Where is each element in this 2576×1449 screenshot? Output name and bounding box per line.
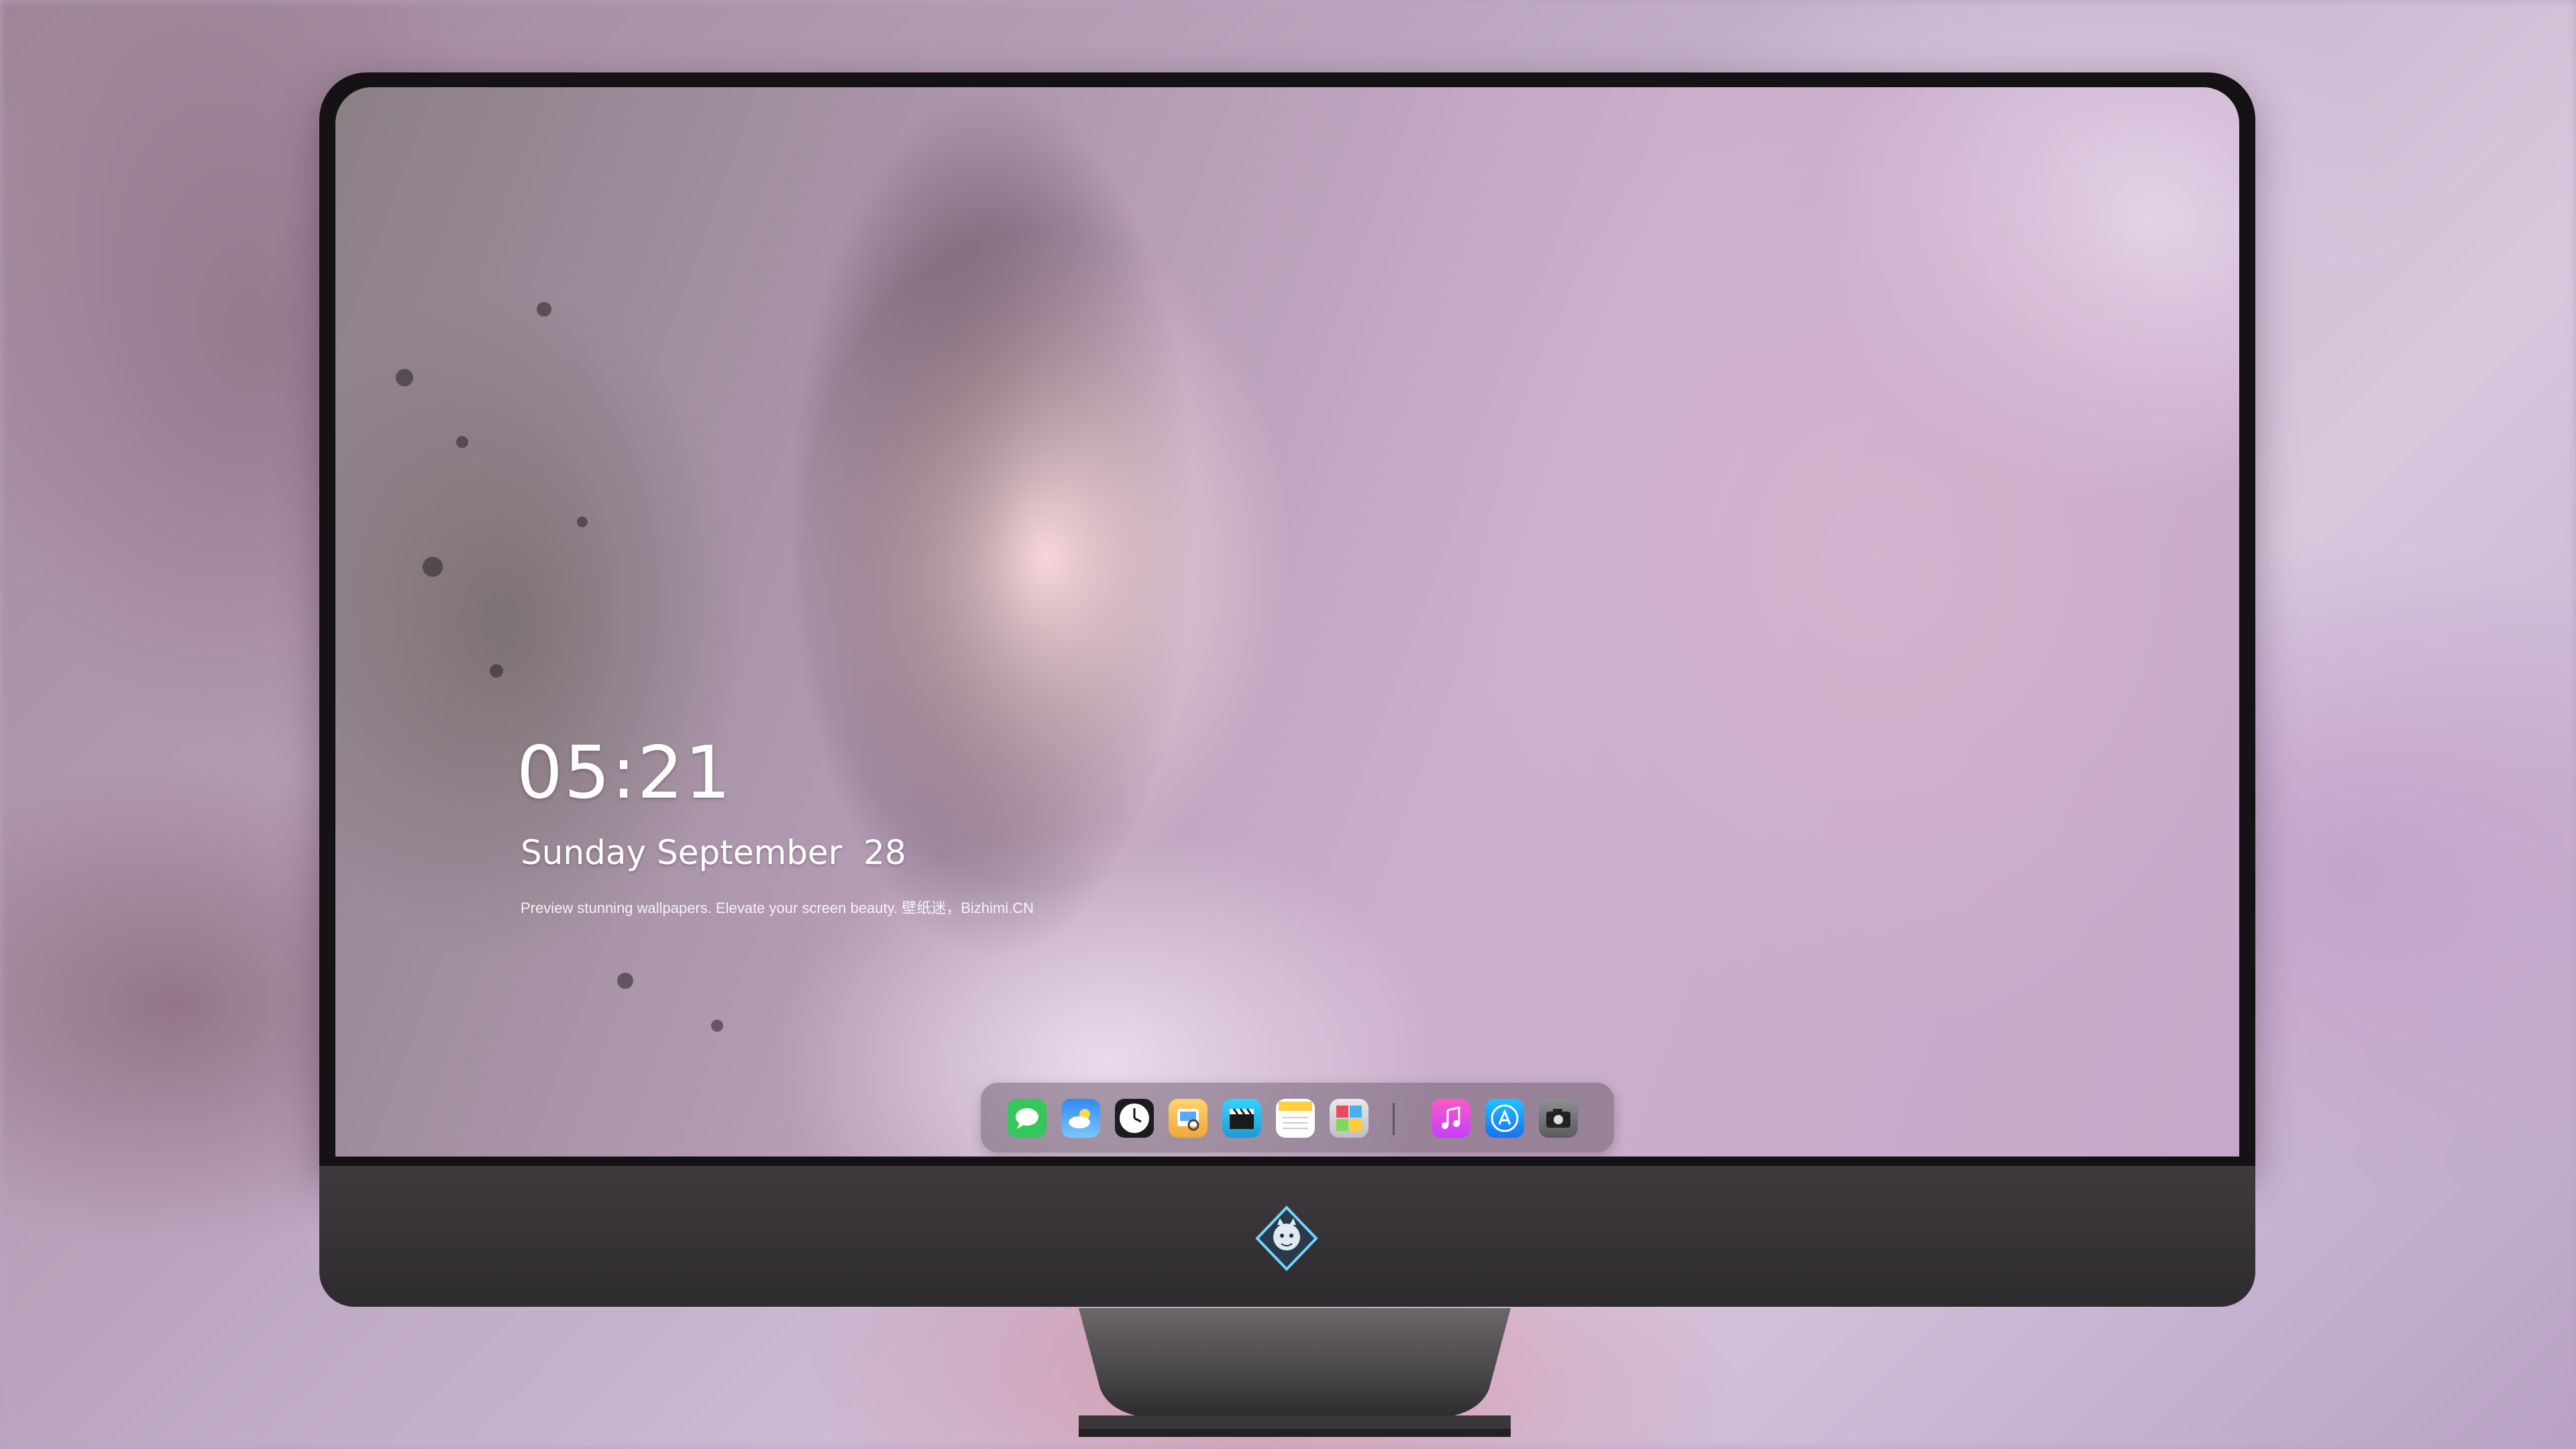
wallpaper-splatter (617, 973, 633, 989)
weather-icon[interactable] (1061, 1099, 1100, 1138)
messages-icon[interactable] (1008, 1099, 1046, 1138)
wallpaper-splatter (537, 302, 551, 317)
dock (981, 1083, 1614, 1152)
photo-booth-icon[interactable] (1330, 1099, 1368, 1138)
lock-screen: 05:21 Sunday September 28 Preview stunni… (335, 87, 2239, 1157)
monitor-bezel: 05:21 Sunday September 28 Preview stunni… (319, 72, 2255, 1173)
clapperboard-icon[interactable] (1222, 1099, 1261, 1138)
dock-separator (1393, 1103, 1395, 1135)
lock-screen-date: Sunday September 28 (521, 833, 906, 872)
wallpaper-splatter (577, 517, 588, 527)
music-icon[interactable] (1432, 1099, 1470, 1138)
wallpaper-splatter (711, 1020, 723, 1032)
brand-logo-icon (1255, 1205, 1318, 1271)
clock-icon[interactable] (1115, 1099, 1154, 1138)
wallpaper-splatter (490, 664, 503, 678)
preview-icon[interactable] (1169, 1099, 1208, 1138)
wallpaper-splatter (456, 436, 468, 448)
lock-screen-tagline: Preview stunning wallpapers. Elevate you… (521, 900, 1034, 916)
camera-icon[interactable] (1539, 1099, 1578, 1138)
monitor: 05:21 Sunday September 28 Preview stunni… (319, 72, 2255, 1308)
wallpaper-splatter (396, 369, 413, 386)
notes-icon[interactable] (1276, 1099, 1315, 1138)
lock-screen-time: 05:21 (517, 731, 733, 815)
app-store-icon[interactable] (1485, 1099, 1524, 1138)
wallpaper-splatter (423, 557, 443, 577)
monitor-stand (1079, 1308, 1511, 1437)
